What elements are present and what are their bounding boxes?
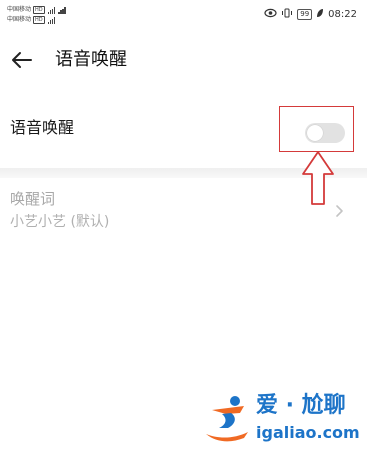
carrier-info: 中国移动 HD 中国移动 HD: [7, 5, 68, 25]
carrier-row-1: 中国移动 HD: [7, 5, 68, 15]
watermark-url: igaliao.com: [256, 423, 360, 442]
carrier-name-2: 中国移动: [7, 16, 32, 23]
clock-time: 08:22: [328, 9, 357, 20]
signal-icon-3: [47, 16, 56, 24]
system-icons: 99 08:22: [260, 8, 357, 21]
status-bar: 中国移动 HD 中国移动 HD 99 08:22: [0, 0, 367, 32]
battery-icon: 99: [297, 9, 313, 20]
page-header: 语音唤醒: [0, 40, 367, 80]
arrow-left-icon[interactable]: [10, 48, 34, 72]
page-title: 语音唤醒: [55, 49, 127, 70]
watermark-brand: 爱 · 尬聊: [256, 393, 346, 418]
annotation-up-arrow-icon: [301, 150, 335, 206]
hd-badge-1: HD: [33, 6, 45, 14]
wake-word-value: 小艺小艺 (默认): [10, 214, 110, 230]
carrier-row-2: 中国移动 HD: [7, 15, 68, 25]
carrier-name-1: 中国移动: [7, 6, 32, 13]
leaf-icon: [316, 8, 324, 21]
signal-icon-1: [47, 6, 56, 14]
chevron-right-icon: [334, 202, 346, 220]
vibrate-icon: [281, 8, 293, 21]
voice-wakeup-label: 语音唤醒: [10, 118, 75, 137]
signal-icon-2: [58, 6, 66, 14]
annotation-highlight-box: [279, 106, 354, 152]
wake-word-title: 唤醒词: [10, 190, 56, 208]
eye-comfort-icon: [264, 8, 277, 21]
watermark: 爱 · 尬聊 igaliao.com: [200, 388, 360, 450]
hd-badge-2: HD: [33, 16, 45, 24]
watermark-logo-icon: [204, 392, 254, 444]
